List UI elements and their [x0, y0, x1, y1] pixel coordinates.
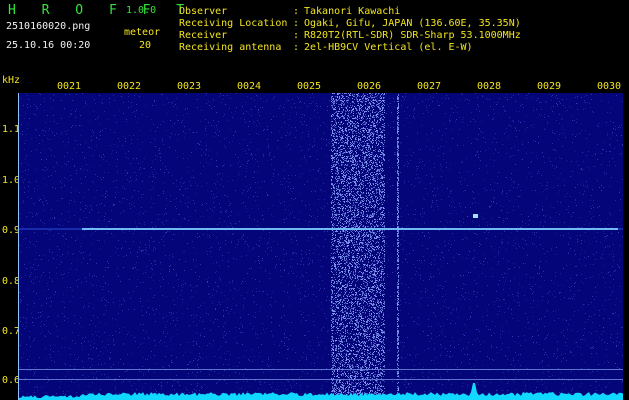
file-name: 2510160020.png: [6, 21, 91, 32]
time-tick: 0028: [477, 81, 502, 92]
info-value: Takanori Kawachi: [304, 6, 401, 17]
time-tick: 0021: [57, 81, 82, 92]
meteor-label: meteor: [124, 27, 161, 38]
info-colon: :: [293, 18, 300, 29]
info-colon: :: [293, 6, 300, 17]
time-tick: 0024: [237, 81, 262, 92]
app-version: 1.0.0: [126, 5, 157, 16]
info-key: Receiver: [179, 30, 228, 41]
unit-label: kHz: [2, 75, 21, 86]
time-tick: 0029: [537, 81, 562, 92]
info-key: Observer: [179, 6, 228, 17]
info-colon: :: [293, 30, 300, 41]
info-value: R820T2(RTL-SDR) SDR-Sharp 53.1000MHz: [304, 30, 521, 41]
info-key: Receiving Location: [179, 18, 288, 29]
info-key: Receiving antenna: [179, 42, 282, 53]
time-tick: 0026: [357, 81, 382, 92]
header-panel: H R O F F T 1.0.0 2510160020.png meteor …: [0, 0, 629, 78]
spectrogram-plot[interactable]: [19, 93, 623, 400]
time-tick: 0027: [417, 81, 442, 92]
time-tick: 0023: [177, 81, 202, 92]
info-colon: :: [293, 42, 300, 53]
spectrogram-image: [19, 93, 623, 400]
noise-layer: [19, 93, 623, 400]
meteor-count: 20: [139, 40, 152, 51]
time-tick: 0030: [597, 81, 622, 92]
info-value: 2el-HB9CV Vertical (el. E-W): [304, 42, 473, 53]
time-tick: 0025: [297, 81, 322, 92]
app-title: H R O F F T: [8, 3, 194, 18]
datetime: 25.10.16 00:20: [6, 40, 91, 51]
info-value: Ogaki, Gifu, JAPAN (136.60E, 35.35N): [304, 18, 521, 29]
time-tick: 0022: [117, 81, 142, 92]
